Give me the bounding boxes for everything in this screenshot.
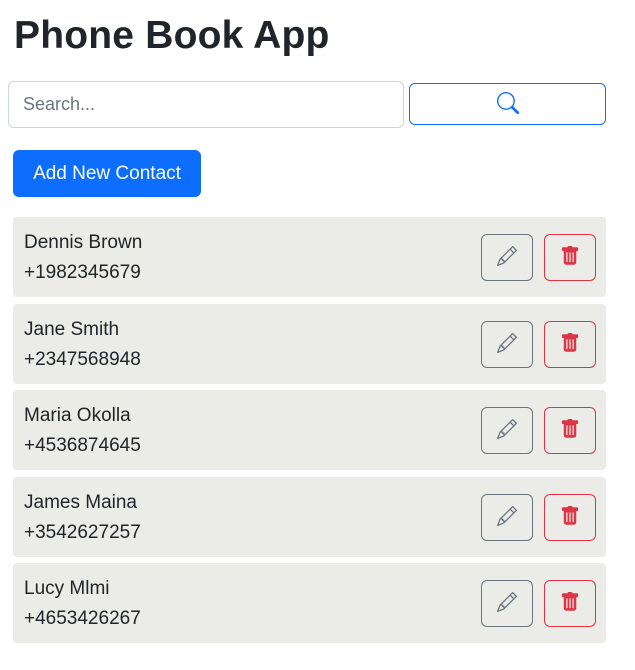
delete-contact-button[interactable] [544, 580, 596, 627]
delete-contact-button[interactable] [544, 493, 596, 541]
edit-contact-button[interactable] [481, 234, 533, 281]
pencil-icon [497, 418, 518, 442]
search-icon [496, 91, 519, 117]
contact-name: Jane Smith [24, 318, 120, 340]
edit-contact-button[interactable] [481, 407, 533, 454]
trash-icon [560, 505, 580, 529]
contact-name: Maria Okolla [24, 405, 131, 426]
contact-phone: +4536874645 [24, 435, 141, 456]
contact-phone: +3542627257 [24, 521, 141, 543]
pencil-icon [497, 245, 518, 269]
contact-phone: +1982345679 [24, 262, 141, 283]
delete-contact-button[interactable] [544, 234, 596, 281]
contact-name: James Maina [24, 491, 137, 513]
search-button[interactable] [409, 83, 606, 125]
search-input[interactable] [8, 81, 404, 128]
edit-contact-button[interactable] [481, 493, 533, 541]
trash-icon [560, 246, 580, 269]
page-title: Phone Book App [14, 14, 330, 57]
contact-name: Lucy Mlmi [24, 578, 110, 599]
delete-contact-button[interactable] [544, 407, 596, 454]
contact-list: Dennis Brown +1982345679 Jane Smith +234… [13, 217, 606, 650]
contact-card: Maria Okolla +4536874645 [13, 390, 606, 470]
pencil-icon [497, 505, 518, 529]
edit-contact-button[interactable] [481, 580, 533, 627]
trash-icon [560, 332, 580, 356]
delete-contact-button[interactable] [544, 320, 596, 368]
add-new-contact-button[interactable]: Add New Contact [13, 150, 201, 197]
contact-phone: +2347568948 [24, 348, 141, 370]
trash-icon [560, 419, 580, 442]
phone-book-app: Phone Book App Add New Contact Dennis Br… [0, 0, 635, 670]
contact-card: James Maina +3542627257 [13, 476, 606, 557]
edit-contact-button[interactable] [481, 320, 533, 368]
trash-icon [560, 592, 580, 615]
pencil-icon [497, 591, 518, 615]
contact-phone: +4653426267 [24, 608, 141, 629]
contact-card: Lucy Mlmi +4653426267 [13, 563, 606, 643]
contact-card: Jane Smith +2347568948 [13, 303, 606, 384]
contact-card: Dennis Brown +1982345679 [13, 217, 606, 297]
pencil-icon [497, 332, 518, 356]
contact-name: Dennis Brown [24, 232, 143, 253]
